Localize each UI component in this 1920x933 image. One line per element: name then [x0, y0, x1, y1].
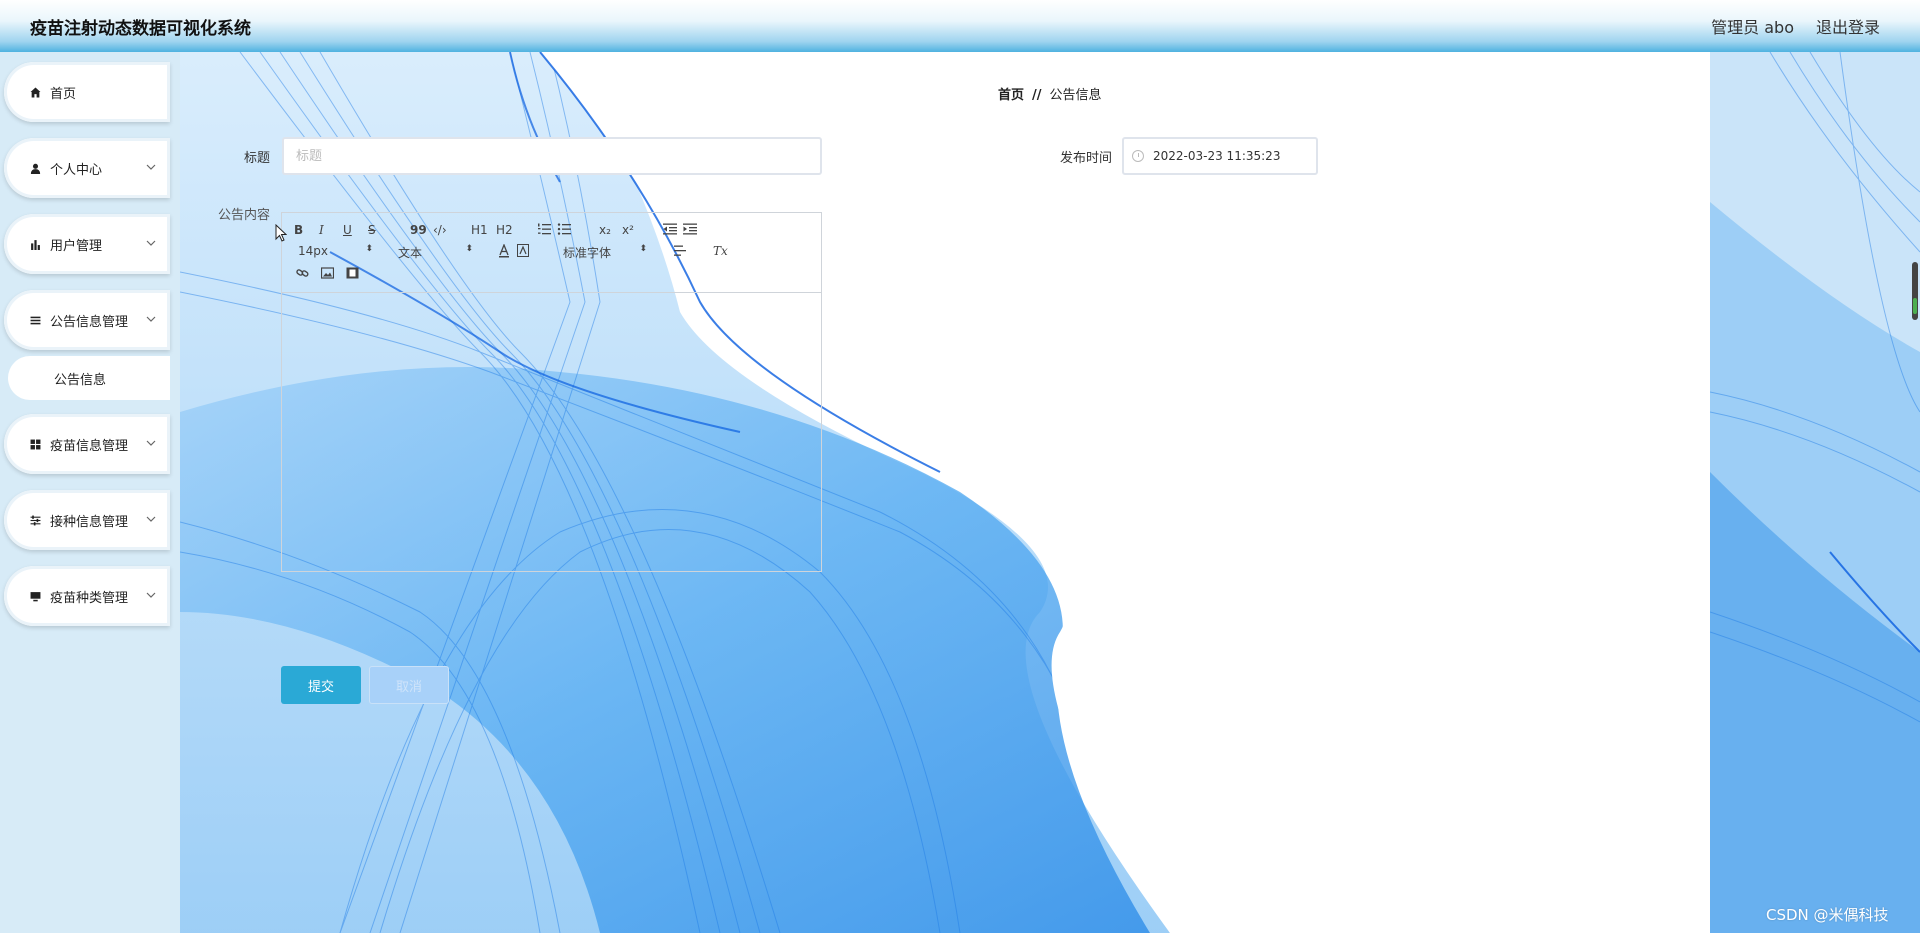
chevron-down-icon	[146, 440, 156, 446]
chevron-down-icon	[146, 592, 156, 598]
bar-chart-icon	[28, 237, 42, 251]
sidebar-item-notice-management[interactable]: 公告信息管理	[4, 290, 170, 350]
blockquote-button[interactable]: 99	[410, 223, 427, 237]
indent-icon[interactable]	[683, 223, 697, 235]
chevron-down-icon	[146, 516, 156, 522]
title-input[interactable]	[282, 137, 822, 175]
cancel-button[interactable]: 取消	[369, 666, 449, 704]
sidebar-item-label: 个人中心	[50, 162, 103, 178]
home-icon	[28, 85, 42, 99]
text-type-value: 文本	[398, 246, 423, 260]
sidebar-item-label: 疫苗信息管理	[50, 438, 129, 454]
background-color-icon[interactable]	[517, 244, 529, 258]
user-area: 管理员 abo 退出登录	[1711, 14, 1880, 38]
rich-text-editor: B I U S 99 ‹/› H1 H2 x₂ x² 14px ⬍ 文本 ⬍ 标…	[281, 212, 822, 572]
sidebar-item-vaccine-type-management[interactable]: 疫苗种类管理	[4, 566, 170, 626]
strike-button[interactable]: S	[368, 223, 376, 237]
title-label: 标题	[243, 151, 270, 166]
outdent-icon[interactable]	[663, 223, 677, 235]
mouse-cursor-icon	[275, 224, 287, 242]
video-icon[interactable]	[346, 267, 359, 279]
subscript-button[interactable]: x₂	[599, 223, 611, 237]
sliders-icon	[28, 513, 42, 527]
select-arrow-icon: ⬍	[365, 244, 373, 254]
header-2-button[interactable]: H2	[496, 223, 513, 237]
main-content: 首页 // 公告信息 标题 发布时间 2022-03-23 11:35:23 公告内…	[180, 52, 1710, 933]
chevron-down-icon	[146, 164, 156, 170]
wave-background-image	[1710, 52, 1920, 933]
editor-toolbar: B I U S 99 ‹/› H1 H2 x₂ x² 14px ⬍ 文本 ⬍ 标…	[282, 213, 821, 293]
right-background-strip	[1710, 52, 1920, 933]
page-scrollbar[interactable]	[1912, 262, 1918, 320]
sidebar-item-label: 首页	[50, 86, 77, 102]
select-arrow-icon: ⬍	[639, 244, 647, 254]
chevron-down-icon	[146, 316, 156, 322]
font-size-value: 14px	[298, 244, 328, 258]
font-color-icon[interactable]	[498, 244, 510, 258]
ordered-list-icon[interactable]	[537, 223, 551, 235]
sidebar-subitem-label: 公告信息	[54, 372, 107, 388]
underline-button[interactable]: U	[343, 223, 352, 237]
app-title: 疫苗注射动态数据可视化系统	[30, 18, 251, 39]
sidebar-item-personal-center[interactable]: 个人中心	[4, 138, 170, 198]
breadcrumb-separator: //	[1032, 88, 1042, 103]
sidebar-item-home[interactable]: 首页	[4, 62, 170, 122]
sidebar-item-label: 疫苗种类管理	[50, 590, 129, 606]
clean-format-button[interactable]: Tx	[713, 244, 728, 258]
font-family-value: 标准字体	[563, 246, 612, 260]
breadcrumb-current: 公告信息	[1049, 88, 1102, 103]
text-type-select[interactable]: 文本 ⬍	[398, 244, 473, 260]
header-1-button[interactable]: H1	[471, 223, 488, 237]
breadcrumb: 首页 // 公告信息	[998, 84, 1102, 103]
bullet-list-icon[interactable]	[557, 223, 571, 235]
clock-icon	[1132, 150, 1144, 162]
italic-button[interactable]: I	[319, 223, 324, 237]
font-size-select[interactable]: 14px ⬍	[298, 244, 373, 258]
font-family-select[interactable]: 标准字体 ⬍	[563, 244, 647, 260]
editor-content-area[interactable]	[282, 293, 821, 571]
logout-button[interactable]: 退出登录	[1816, 14, 1880, 38]
code-block-button[interactable]: ‹/›	[433, 223, 447, 237]
sidebar-item-label: 公告信息管理	[50, 314, 129, 330]
publish-time-picker[interactable]: 2022-03-23 11:35:23	[1122, 137, 1318, 175]
grid-icon	[28, 437, 42, 451]
image-icon[interactable]	[321, 267, 334, 279]
publish-time-value: 2022-03-23 11:35:23	[1153, 149, 1281, 163]
chevron-down-icon	[146, 240, 156, 246]
sidebar: 首页 个人中心 用户管理 公告信息管理 公告信息 疫苗信息管理 接种信息管理 疫…	[0, 52, 180, 933]
align-left-icon[interactable]	[674, 245, 688, 257]
select-arrow-icon: ⬍	[465, 244, 473, 254]
publish-time-label: 发布时间	[1059, 151, 1112, 166]
sidebar-item-label: 用户管理	[50, 238, 103, 254]
breadcrumb-home[interactable]: 首页	[998, 88, 1024, 103]
content-label: 公告内容	[217, 208, 270, 223]
sidebar-subitem-notice-info[interactable]: 公告信息	[8, 356, 170, 400]
list-icon	[28, 313, 42, 327]
watermark: CSDN @米偶科技	[1766, 906, 1889, 924]
sidebar-item-vaccine-management[interactable]: 疫苗信息管理	[4, 414, 170, 474]
bold-button[interactable]: B	[294, 223, 303, 237]
superscript-button[interactable]: x²	[622, 223, 634, 237]
monitor-icon	[28, 589, 42, 603]
sidebar-item-label: 接种信息管理	[50, 514, 129, 530]
top-bar: 疫苗注射动态数据可视化系统 管理员 abo 退出登录	[0, 0, 1920, 52]
sidebar-item-vaccination-management[interactable]: 接种信息管理	[4, 490, 170, 550]
admin-user-label[interactable]: 管理员 abo	[1711, 14, 1794, 38]
user-icon	[28, 161, 42, 175]
sidebar-item-user-management[interactable]: 用户管理	[4, 214, 170, 274]
link-icon[interactable]	[296, 267, 309, 279]
submit-button[interactable]: 提交	[281, 666, 361, 704]
